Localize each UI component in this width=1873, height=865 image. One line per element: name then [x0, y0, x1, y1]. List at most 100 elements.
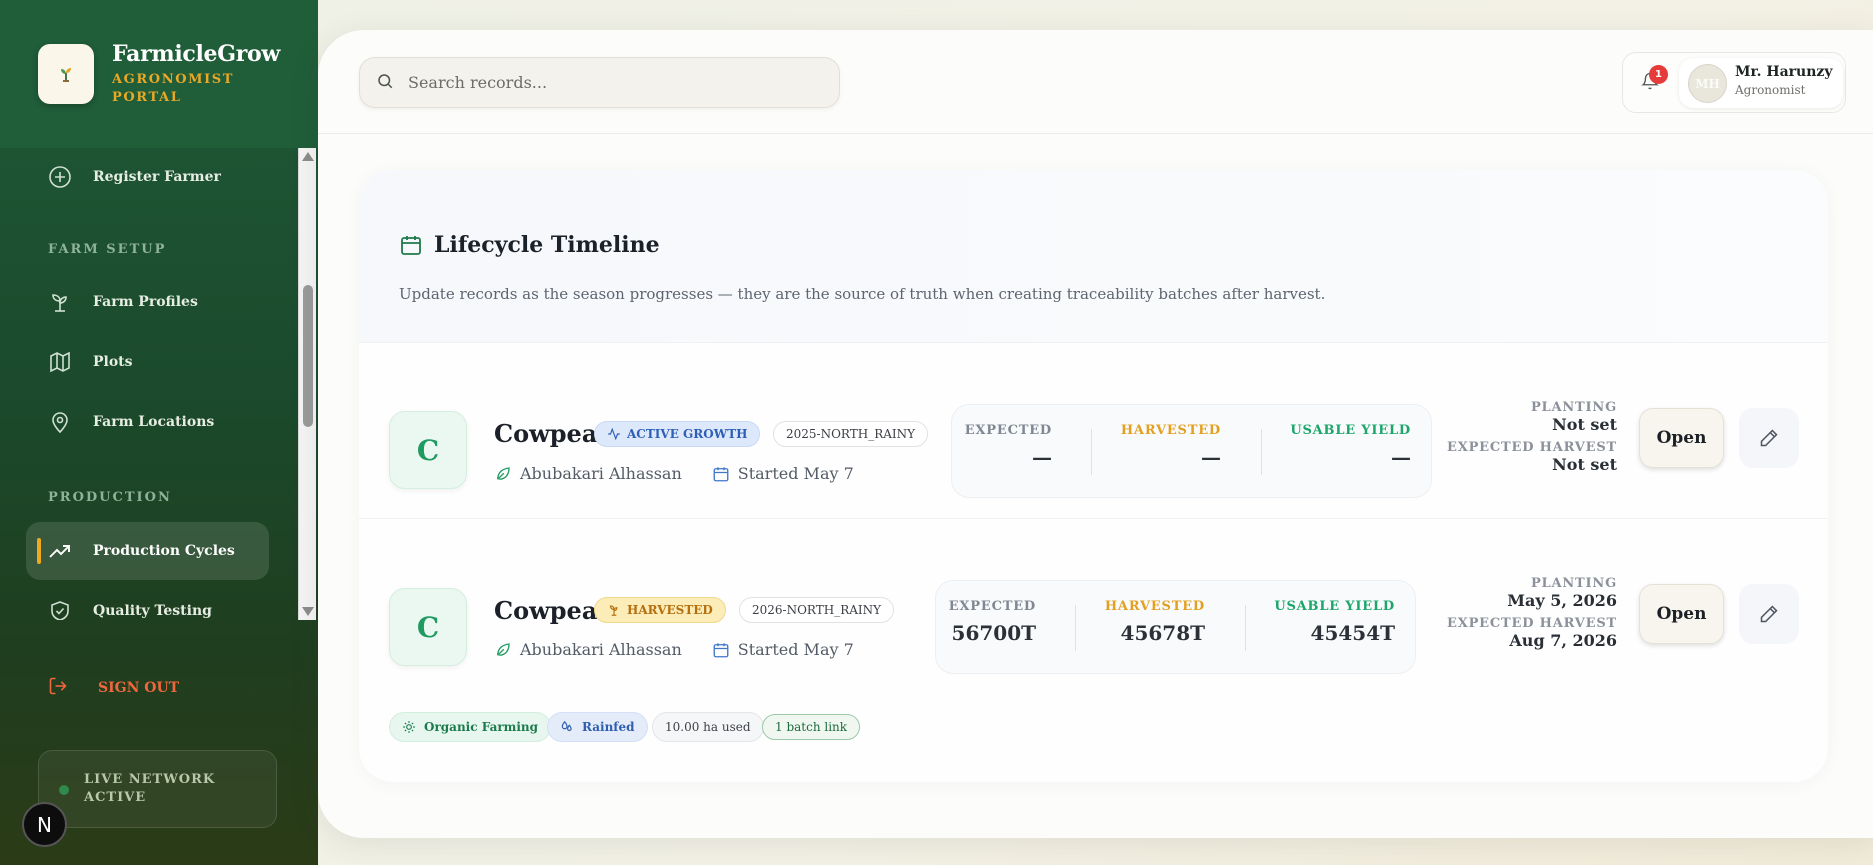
stat-value: — — [1201, 445, 1221, 469]
stat-value: 45678T — [1120, 621, 1205, 645]
pencil-icon — [1760, 605, 1778, 623]
crop-avatar: C — [389, 411, 467, 489]
brand-logo[interactable] — [38, 44, 94, 104]
brand-subtitle: AGRONOMIST PORTAL — [112, 72, 235, 105]
lifecycle-timeline-card: Lifecycle Timeline Update records as the… — [359, 170, 1828, 782]
search-input[interactable] — [408, 73, 808, 92]
sidebar-item-farm-locations[interactable]: Farm Locations — [26, 393, 269, 451]
edit-button[interactable] — [1739, 584, 1799, 644]
tag-area-used: 10.00 ha used — [652, 712, 764, 742]
trending-up-icon — [48, 539, 72, 563]
cycle-meta: Abubakari Alhassan Started May 7 — [494, 464, 854, 483]
sidebar-item-label: Farm Locations — [93, 414, 215, 430]
map-icon — [48, 350, 72, 374]
open-button[interactable]: Open — [1639, 408, 1724, 468]
sidebar-item-label: Register Farmer — [93, 169, 221, 185]
tag-label: Rainfed — [582, 720, 635, 734]
section-farm-setup: FARM SETUP — [48, 242, 167, 257]
sign-out-label: SIGN OUT — [98, 680, 180, 696]
scroll-up-arrow-icon[interactable] — [302, 152, 314, 161]
user-menu[interactable]: MH Mr. Harunzy Agronomist — [1679, 58, 1843, 108]
sprout-icon — [48, 290, 72, 314]
brand-name: FarmicleGrow — [112, 41, 281, 67]
planting-date: Not set — [1552, 415, 1617, 434]
leaf-icon — [494, 465, 512, 483]
shield-check-icon — [48, 599, 72, 620]
planting-label: PLANTING — [1530, 400, 1617, 415]
framework-badge-icon[interactable]: N — [22, 802, 67, 847]
status-badge: ACTIVE GROWTH — [594, 421, 761, 447]
user-area: 1 MH Mr. Harunzy Agronomist — [1622, 52, 1846, 113]
stat-value: — — [1032, 445, 1052, 469]
cycle-meta: Abubakari Alhassan Started May 7 — [494, 640, 854, 659]
scrollbar-thumb[interactable] — [303, 285, 313, 427]
season-badge: 2026-NORTH_RAINY — [739, 597, 895, 623]
stat-label: USABLE YIELD — [1274, 599, 1395, 614]
crop-avatar: C — [389, 588, 467, 666]
sign-out-button[interactable]: SIGN OUT — [48, 676, 179, 700]
open-button[interactable]: Open — [1639, 584, 1724, 644]
search-icon — [376, 72, 394, 94]
sidebar-scrollbar[interactable] — [298, 148, 316, 620]
yield-stats: EXPECTED 56700T HARVESTED 45678T USABLE … — [935, 580, 1416, 674]
expected-harvest-date: Not set — [1552, 455, 1617, 474]
stat-value: 56700T — [951, 621, 1036, 645]
droplets-icon — [560, 720, 574, 734]
sidebar: FarmicleGrow AGRONOMIST PORTAL Register … — [0, 0, 318, 865]
farmer-name: Abubakari Alhassan — [520, 640, 682, 659]
tag-label: Organic Farming — [424, 720, 539, 734]
top-bar: 1 MH Mr. Harunzy Agronomist — [318, 30, 1873, 134]
stat-label: HARVESTED — [1120, 423, 1221, 438]
sidebar-item-label: Plots — [93, 354, 133, 370]
network-status-label: LIVE NETWORK ACTIVE — [84, 772, 216, 805]
cycle-row: C Cowpea ACTIVE GROWTH 2025-NORTH_RAINY … — [359, 343, 1828, 519]
planting-date: May 5, 2026 — [1507, 591, 1617, 610]
status-dot — [59, 785, 69, 795]
sidebar-item-label: Production Cycles — [93, 543, 235, 559]
sprout-logo-icon — [61, 68, 71, 82]
expected-harvest-label: EXPECTED HARVEST — [1447, 440, 1617, 455]
stat-value: 45454T — [1310, 621, 1395, 645]
notification-badge: 1 — [1649, 65, 1668, 84]
edit-button[interactable] — [1739, 408, 1799, 468]
season-badge: 2025-NORTH_RAINY — [773, 421, 929, 447]
cycle-dates: PLANTING Not set EXPECTED HARVEST Not se… — [1447, 400, 1617, 480]
planting-label: PLANTING — [1530, 576, 1617, 591]
sidebar-nav: Register Farmer FARM SETUP Farm Profiles… — [0, 148, 318, 620]
yield-stats: EXPECTED — HARVESTED — USABLE YIELD — — [951, 404, 1432, 498]
sidebar-item-label: Quality Testing — [93, 603, 212, 619]
user-name: Mr. Harunzy — [1735, 64, 1833, 80]
avatar: MH — [1688, 64, 1727, 103]
card-description: Update records as the season progresses … — [399, 285, 1326, 303]
sidebar-item-plots[interactable]: Plots — [26, 333, 269, 391]
stat-label: USABLE YIELD — [1290, 423, 1411, 438]
cycle-row: C Cowpea HARVESTED 2026-NORTH_RAINY Abub… — [359, 519, 1828, 782]
sun-icon — [402, 720, 416, 734]
user-role: Agronomist — [1735, 83, 1806, 97]
stat-label: HARVESTED — [1104, 599, 1205, 614]
sidebar-item-quality-testing[interactable]: Quality Testing — [26, 582, 269, 620]
stat-label: EXPECTED — [964, 423, 1052, 438]
stat-usable-yield: USABLE YIELD — — [1261, 405, 1411, 499]
tag-batch-link[interactable]: 1 batch link — [762, 714, 861, 740]
sidebar-item-register-farmer[interactable]: Register Farmer — [26, 148, 269, 206]
map-pin-icon — [48, 410, 72, 434]
calendar-icon — [712, 465, 730, 483]
sprout-icon — [607, 603, 621, 617]
sidebar-item-farm-profiles[interactable]: Farm Profiles — [26, 273, 269, 331]
crop-name: Cowpea — [494, 419, 598, 448]
status-label: HARVESTED — [627, 603, 713, 617]
started-date: Started May 7 — [737, 464, 854, 483]
stat-harvested: HARVESTED 45678T — [1075, 581, 1205, 675]
network-status: LIVE NETWORK ACTIVE — [38, 750, 277, 828]
search-bar[interactable] — [359, 57, 840, 108]
sidebar-item-label: Farm Profiles — [93, 294, 198, 310]
calendar-icon — [712, 641, 730, 659]
stat-harvested: HARVESTED — — [1091, 405, 1221, 499]
stat-expected: EXPECTED 56700T — [936, 581, 1036, 675]
sidebar-item-production-cycles[interactable]: Production Cycles — [26, 522, 269, 580]
scroll-down-arrow-icon[interactable] — [302, 607, 314, 616]
leaf-icon — [494, 641, 512, 659]
stat-expected: EXPECTED — — [952, 405, 1052, 499]
expected-harvest-date: Aug 7, 2026 — [1509, 631, 1617, 650]
